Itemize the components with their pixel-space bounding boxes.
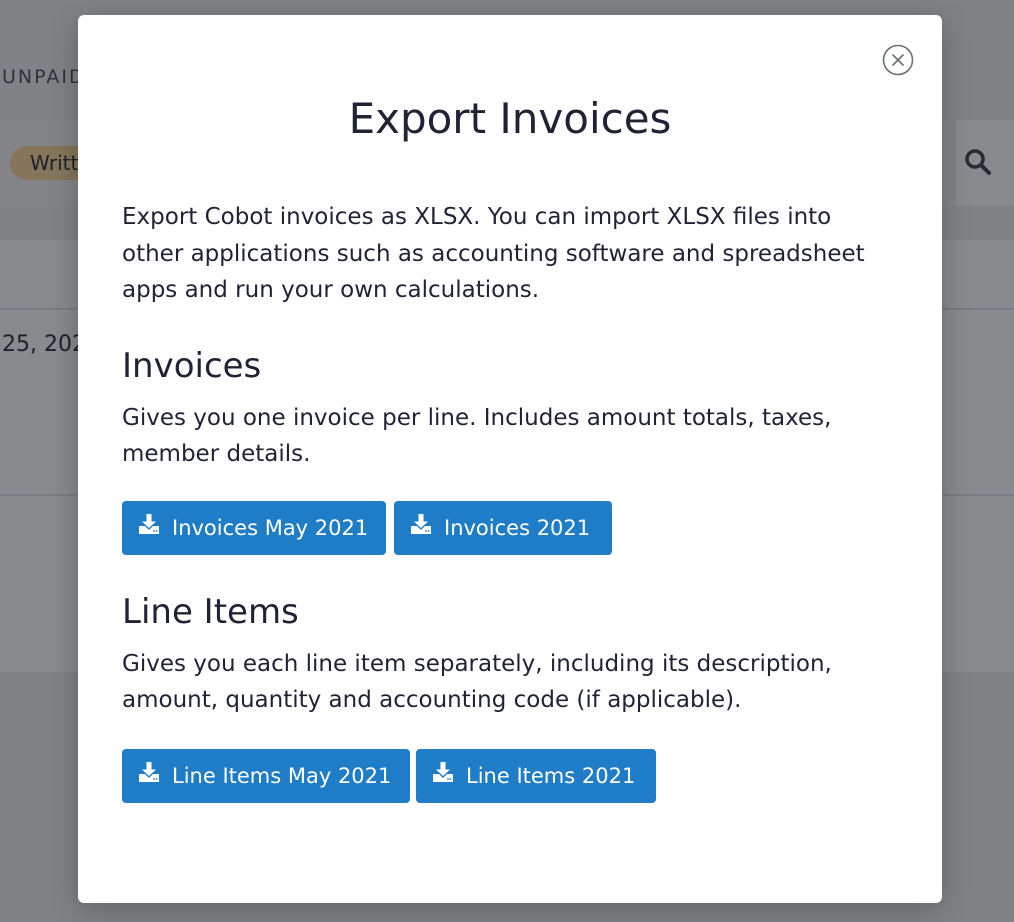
section-desc-invoices: Gives you one invoice per line. Includes…: [122, 405, 832, 467]
page: UNPAID Written 25, 2021 Export Invoices …: [0, 0, 1014, 922]
section-title-line-items: Line Items: [122, 592, 299, 632]
close-circle-icon: [882, 44, 914, 76]
export-invoices-modal: Export Invoices Export Cobot invoices as…: [78, 15, 942, 903]
section-desc-line-items: Gives you each line item separately, inc…: [122, 651, 832, 713]
section-title-invoices: Invoices: [122, 346, 262, 386]
download-icon: [139, 762, 159, 782]
modal-title: Export Invoices: [348, 94, 672, 143]
button-label: Line Items 2021: [466, 764, 636, 788]
invoices-2021-button[interactable]: Invoices 2021: [394, 501, 612, 555]
close-button[interactable]: [882, 44, 914, 76]
line-items-may-2021-button[interactable]: Line Items May 2021: [122, 749, 410, 803]
line-items-2021-button[interactable]: Line Items 2021: [416, 749, 656, 803]
button-label: Invoices May 2021: [172, 516, 369, 540]
download-icon: [433, 762, 453, 782]
modal-intro-text: Export Cobot invoices as XLSX. You can i…: [122, 204, 865, 303]
download-icon: [139, 514, 159, 534]
invoices-may-2021-button[interactable]: Invoices May 2021: [122, 501, 386, 555]
button-label: Line Items May 2021: [172, 764, 392, 788]
button-label: Invoices 2021: [444, 516, 591, 540]
download-icon: [411, 514, 431, 534]
